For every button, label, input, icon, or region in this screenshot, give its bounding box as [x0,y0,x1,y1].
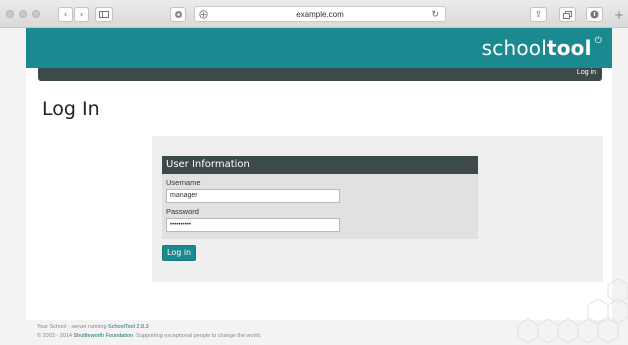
close-window-button[interactable] [6,10,14,18]
shuttleworth-link[interactable]: Shuttleworth Foundation [73,333,133,339]
login-form-panel: User Information Username manager Passwo… [152,136,603,282]
compass-icon [199,10,208,19]
nav-login-link[interactable]: Log in [577,69,596,76]
login-submit-button[interactable]: Log in [162,245,197,261]
url-text: example.com [296,9,344,19]
shield-icon [174,11,182,18]
site-header: schooltool ⏻ [26,28,612,68]
download-icon [590,10,599,19]
schooltool-logo[interactable]: schooltool ⏻ [482,36,602,60]
reload-icon[interactable]: ↻ [431,9,439,20]
user-information-fieldset: User Information Username manager Passwo… [162,156,478,239]
chevron-right-icon: › [79,9,84,20]
schooltool-version-link[interactable]: SchoolTool 2.8.3 [108,324,149,330]
address-bar[interactable]: example.com ↻ [194,6,446,22]
chevron-left-icon: ‹ [63,9,68,20]
zoom-window-button[interactable] [32,10,40,18]
sidebar-button[interactable] [95,7,113,22]
share-icon: ⇪ [534,9,543,20]
page-title: Log In [42,98,100,120]
footer-line1-text: Your School - server running [37,324,109,330]
minimize-window-button[interactable] [19,10,27,18]
nav-bar: Log in [38,68,602,81]
forward-button[interactable]: › [74,7,89,22]
window-controls [6,10,40,18]
sidebar-icon [99,11,109,18]
back-button[interactable]: ‹ [58,7,73,22]
new-tab-button[interactable]: + [610,8,628,28]
power-icon: ⏻ [594,36,602,46]
logo-text-bold: tool [546,36,592,60]
logo-text-light: school [481,36,547,60]
decorative-hex-pattern [517,278,628,344]
footer-line2-prefix: © 2003 - 2014 [37,333,74,339]
footer-copyright: © 2003 - 2014 Shuttleworth Foundation. S… [37,333,261,339]
downloads-button[interactable] [586,7,603,22]
footer-server-info: Your School - server running SchoolTool … [37,324,149,330]
share-button[interactable]: ⇪ [530,7,547,22]
username-label: Username [166,178,201,187]
tabs-icon [563,10,572,19]
tabs-button[interactable] [559,7,576,22]
fieldset-legend: User Information [162,156,478,174]
password-label: Password [166,207,199,216]
password-input[interactable]: •••••••••• [166,218,340,232]
privacy-button[interactable] [170,7,186,22]
username-input[interactable]: manager [166,189,340,203]
footer-line2-suffix: . Supporting exceptional people to chang… [133,333,262,339]
browser-toolbar: ‹ › example.com ↻ ⇪ + [0,0,628,28]
